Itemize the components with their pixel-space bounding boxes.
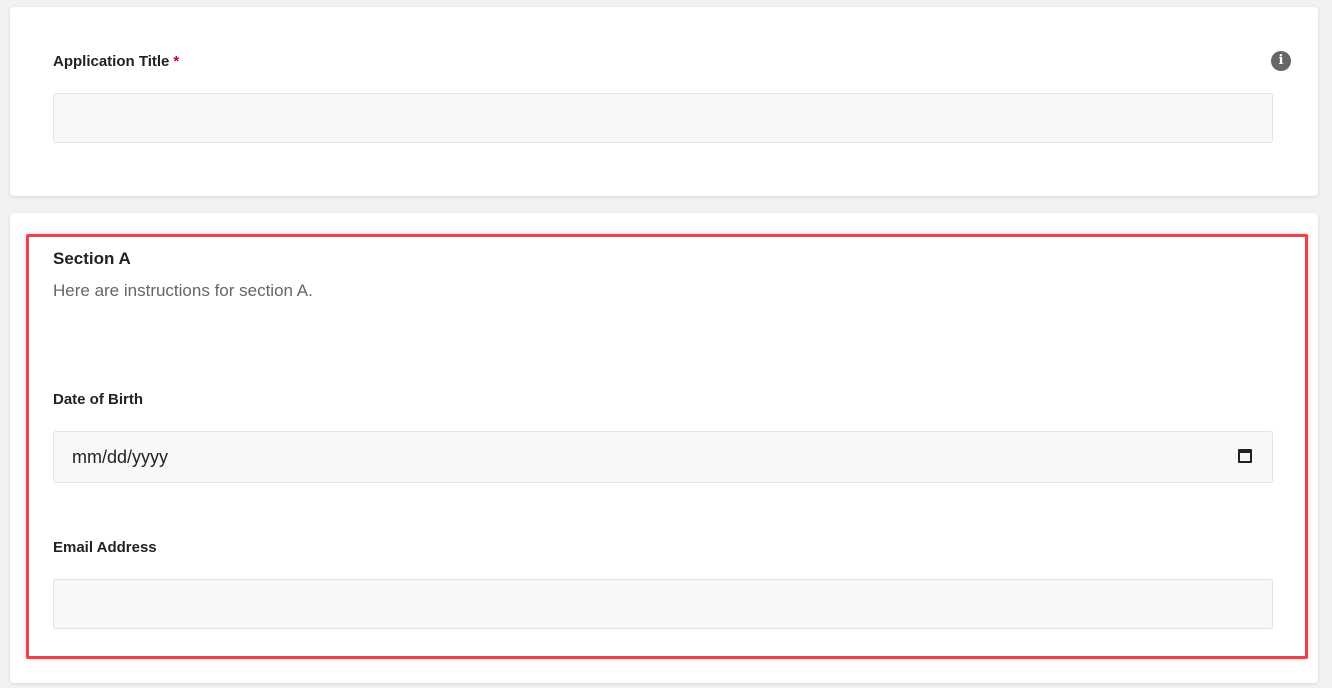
info-icon[interactable]: i (1271, 51, 1291, 71)
application-title-label: Application Title * (53, 53, 179, 70)
application-title-input[interactable] (53, 93, 1273, 143)
date-of-birth-placeholder: mm/dd/yyyy (72, 447, 169, 467)
email-address-input[interactable] (53, 579, 1273, 629)
date-of-birth-input[interactable]: mm/dd/yyyy (53, 431, 1273, 483)
calendar-icon[interactable] (1238, 449, 1252, 463)
section-instructions: Here are instructions for section A. (53, 281, 313, 300)
date-of-birth-label: Date of Birth (53, 391, 143, 408)
application-title-label-text: Application Title (53, 53, 170, 70)
application-title-card: Application Title * i (10, 7, 1318, 196)
section-heading: Section A (53, 249, 131, 268)
section-a-card: Section A Here are instructions for sect… (10, 213, 1318, 683)
required-marker: * (173, 53, 180, 70)
email-address-label: Email Address (53, 539, 157, 556)
